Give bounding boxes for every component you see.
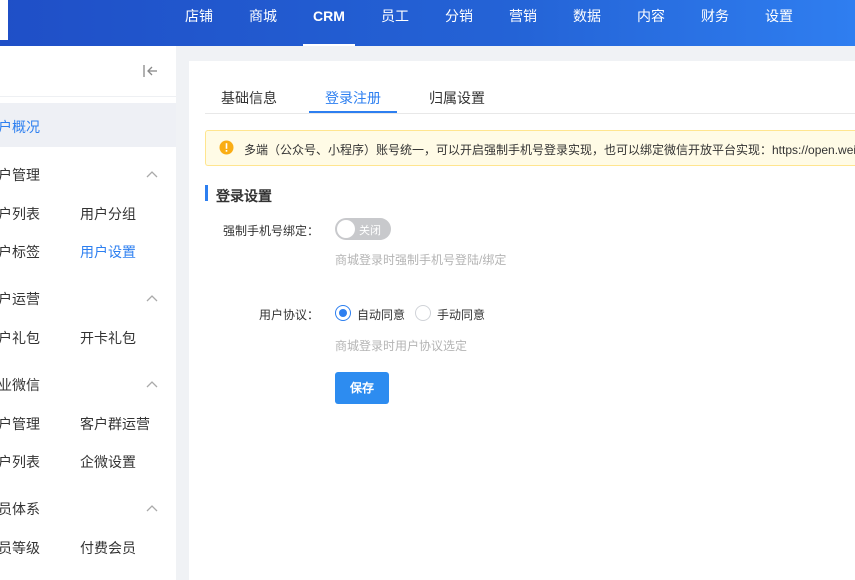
radio-auto-agree[interactable]: 自动同意 bbox=[335, 304, 415, 322]
radio-checked-icon bbox=[335, 305, 351, 321]
nav-item-data[interactable]: 数据 bbox=[572, 0, 602, 46]
nav-item-finance[interactable]: 财务 bbox=[700, 0, 730, 46]
phone-binding-hint: 商城登录时强制手机号登陆/绑定 bbox=[335, 253, 507, 267]
sidebar-item-card-gift-pack[interactable]: 开卡礼包 bbox=[80, 328, 136, 348]
nav-item-staff[interactable]: 员工 bbox=[380, 0, 410, 46]
nav-item-mall[interactable]: 商城 bbox=[248, 0, 278, 46]
warning-icon bbox=[219, 140, 234, 155]
agreement-label: 用户协议： bbox=[258, 308, 319, 322]
section-title: 登录设置 bbox=[216, 188, 272, 204]
chevron-up-icon[interactable] bbox=[145, 293, 159, 303]
sidebar-item-user-groups[interactable]: 用户分组 bbox=[80, 204, 136, 224]
switch-knob bbox=[337, 220, 355, 238]
notice-banner: 多端（公众号、小程序）账号统一，可以开启强制手机号登录实现，也可以绑定微信开放平… bbox=[205, 130, 855, 166]
nav-item-crm[interactable]: CRM bbox=[303, 0, 355, 46]
nav-item-distribution[interactable]: 分销 bbox=[444, 0, 474, 46]
tab-divider bbox=[205, 113, 855, 114]
chevron-up-icon[interactable] bbox=[145, 379, 159, 389]
top-navigation-bar: 店铺 商城 CRM 员工 分销 营销 数据 内容 财务 设置 bbox=[0, 0, 855, 46]
nav-item-store[interactable]: 店铺 bbox=[184, 0, 214, 46]
sidebar-item-user-settings[interactable]: 用户设置 bbox=[80, 242, 136, 262]
sidebar-item-customer-list[interactable]: 户列表 bbox=[0, 452, 40, 472]
collapse-left-icon[interactable] bbox=[142, 64, 158, 78]
tab-attribution-settings[interactable]: 归属设置 bbox=[429, 88, 485, 108]
sidebar-group-membership[interactable]: 员体系 bbox=[0, 499, 40, 519]
notice-text: 多端（公众号、小程序）账号统一，可以开启强制手机号登录实现，也可以绑定微信开放平… bbox=[244, 143, 855, 157]
nav-item-settings[interactable]: 设置 bbox=[764, 0, 794, 46]
sidebar-item-member-levels[interactable]: 员等级 bbox=[0, 538, 40, 558]
nav-item-content[interactable]: 内容 bbox=[636, 0, 666, 46]
sidebar-item-gift-pack[interactable]: 户礼包 bbox=[0, 328, 40, 348]
phone-binding-switch[interactable]: 关闭 bbox=[335, 218, 391, 240]
sidebar-item-paid-membership[interactable]: 付费会员 bbox=[80, 538, 136, 558]
radio-manual-agree-label: 手动同意 bbox=[437, 308, 486, 322]
sidebar-item-customer-group-ops[interactable]: 客户群运营 bbox=[80, 414, 150, 434]
radio-auto-agree-label: 自动同意 bbox=[357, 308, 406, 322]
chevron-up-icon[interactable] bbox=[145, 503, 159, 513]
tab-login-register[interactable]: 登录注册 bbox=[325, 88, 381, 108]
sidebar-divider bbox=[0, 96, 176, 97]
tab-bar: 基础信息 登录注册 归属设置 bbox=[189, 61, 855, 114]
sidebar: 户概况 户管理 户列表 用户分组 户标签 用户设置 户运营 户礼包 开卡礼包 业… bbox=[0, 46, 176, 580]
nav-item-marketing[interactable]: 营销 bbox=[508, 0, 538, 46]
sidebar-group-user-operations[interactable]: 户运营 bbox=[0, 289, 40, 309]
sidebar-item-user-list[interactable]: 户列表 bbox=[0, 204, 40, 224]
phone-binding-label: 强制手机号绑定： bbox=[222, 224, 319, 238]
sidebar-item-wecom-settings[interactable]: 企微设置 bbox=[80, 452, 136, 472]
sidebar-item-customer-management[interactable]: 户管理 bbox=[0, 414, 40, 434]
chevron-up-icon[interactable] bbox=[145, 169, 159, 179]
agreement-hint: 商城登录时用户协议选定 bbox=[335, 339, 468, 353]
switch-state-text: 关闭 bbox=[359, 225, 381, 237]
save-button[interactable]: 保存 bbox=[335, 372, 389, 404]
tab-basic-info[interactable]: 基础信息 bbox=[221, 88, 277, 108]
sidebar-group-user-management[interactable]: 户管理 bbox=[0, 165, 40, 185]
sidebar-item-overview-label[interactable]: 户概况 bbox=[0, 117, 40, 137]
main-panel: 基础信息 登录注册 归属设置 多端（公众号、小程序）账号统一，可以开启强制手机号… bbox=[189, 61, 855, 580]
radio-manual-agree[interactable]: 手动同意 bbox=[415, 304, 495, 322]
sidebar-group-wecom[interactable]: 业微信 bbox=[0, 375, 40, 395]
section-accent-bar bbox=[205, 185, 208, 201]
radio-unchecked-icon bbox=[415, 305, 431, 321]
logo bbox=[0, 0, 8, 40]
sidebar-item-user-tags[interactable]: 户标签 bbox=[0, 242, 40, 262]
